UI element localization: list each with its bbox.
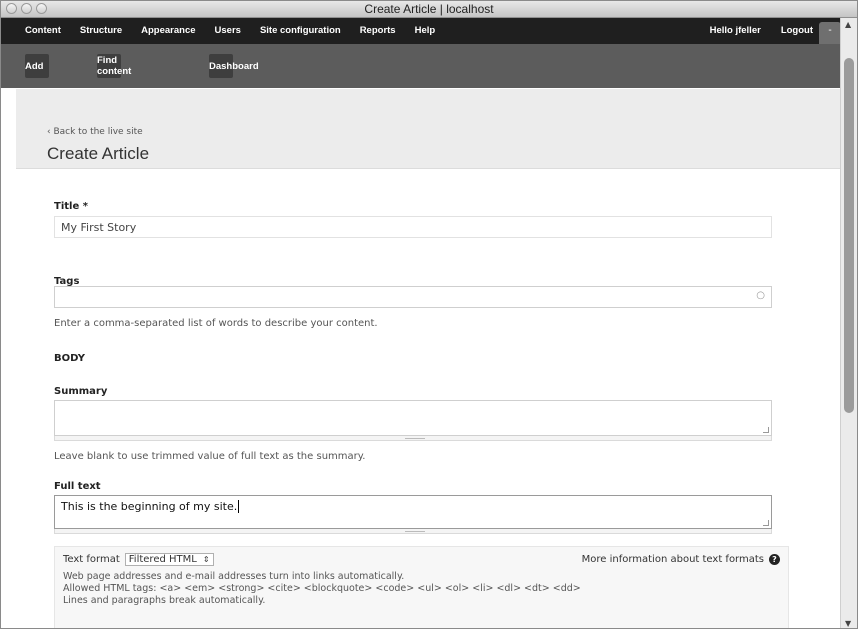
menu-item-appearance[interactable]: Appearance (141, 25, 195, 36)
vertical-scrollbar[interactable]: ▲ ▼ (840, 18, 857, 628)
summary-textarea[interactable] (54, 400, 772, 436)
user-greeting-link[interactable]: Hello jfeller (710, 25, 761, 36)
format-tip-allowed-tags: Allowed HTML tags: <a> <em> <strong> <ci… (63, 583, 581, 594)
shortcut-add[interactable]: Add (25, 54, 57, 78)
scroll-down-arrow-icon[interactable]: ▼ (845, 619, 851, 628)
text-format-label: Text format (63, 554, 120, 565)
title-label: Title * (54, 201, 88, 212)
text-format-wrapper: Text format Filtered HTML ⇕ More informa… (54, 546, 789, 628)
shortcuts-toolbar: Add Find content Dashboard (1, 44, 857, 88)
admin-menu: Content Structure Appearance Users Site … (25, 25, 454, 36)
shortcut-dashboard-label: Dashboard (209, 60, 259, 72)
shortcut-find-content-label: Find content (97, 55, 132, 77)
menu-item-structure[interactable]: Structure (80, 25, 122, 36)
page-header: ‹ Back to the live site Create Article (16, 89, 842, 169)
summary-label: Summary (54, 386, 108, 397)
format-tip-line-breaks: Lines and paragraphs break automatically… (63, 595, 266, 606)
full-text-grippie[interactable] (54, 529, 772, 534)
body-heading: BODY (54, 353, 85, 364)
logout-link[interactable]: Logout (781, 25, 813, 36)
full-text-label: Full text (54, 481, 101, 492)
admin-toolbar: Content Structure Appearance Users Site … (1, 18, 857, 44)
resize-handle-icon[interactable] (763, 427, 769, 433)
more-information-link[interactable]: More information about text formats (582, 554, 764, 565)
text-format-select[interactable]: Filtered HTML ⇕ (124, 553, 214, 566)
menu-item-help[interactable]: Help (415, 25, 436, 36)
back-to-site-link[interactable]: ‹ Back to the live site (47, 127, 143, 137)
window-titlebar: Create Article | localhost (1, 1, 857, 18)
shortcut-add-label: Add (25, 60, 44, 72)
toolbar-toggle-button[interactable]: - (819, 22, 841, 44)
scroll-up-arrow-icon[interactable]: ▲ (845, 20, 851, 29)
shortcut-find-content[interactable]: Find content (97, 54, 132, 78)
menu-item-reports[interactable]: Reports (360, 25, 396, 36)
resize-handle-icon[interactable] (763, 520, 769, 526)
window-title: Create Article | localhost (364, 2, 494, 16)
title-input[interactable]: My First Story (54, 216, 772, 238)
select-arrows-icon: ⇕ (202, 555, 210, 564)
menu-item-site-configuration[interactable]: Site configuration (260, 25, 341, 36)
tags-description: Enter a comma-separated list of words to… (54, 318, 378, 329)
text-format-row: Text format Filtered HTML ⇕ (63, 553, 214, 566)
text-cursor (238, 500, 240, 513)
autocomplete-throbber-icon: ○ (756, 290, 765, 301)
shortcut-dashboard[interactable]: Dashboard (209, 54, 259, 78)
help-icon[interactable]: ? (769, 554, 780, 565)
full-text-value: This is the beginning of my site. (61, 500, 238, 513)
format-tip-urls: Web page addresses and e-mail addresses … (63, 571, 405, 582)
page-content: ‹ Back to the live site Create Article T… (16, 89, 842, 628)
more-information-row: More information about text formats ? (582, 554, 780, 565)
tags-input[interactable]: ○ (54, 286, 772, 308)
full-text-textarea[interactable]: This is the beginning of my site. (54, 495, 772, 529)
summary-grippie[interactable] (54, 436, 772, 441)
menu-item-users[interactable]: Users (215, 25, 241, 36)
summary-description: Leave blank to use trimmed value of full… (54, 451, 366, 462)
user-menu: Hello jfeller Logout (690, 25, 813, 36)
text-format-select-value: Filtered HTML (128, 554, 197, 565)
browser-window: Create Article | localhost Content Struc… (0, 0, 858, 629)
menu-item-content[interactable]: Content (25, 25, 61, 36)
page-title: Create Article (47, 144, 150, 163)
scrollbar-thumb[interactable] (844, 58, 854, 413)
